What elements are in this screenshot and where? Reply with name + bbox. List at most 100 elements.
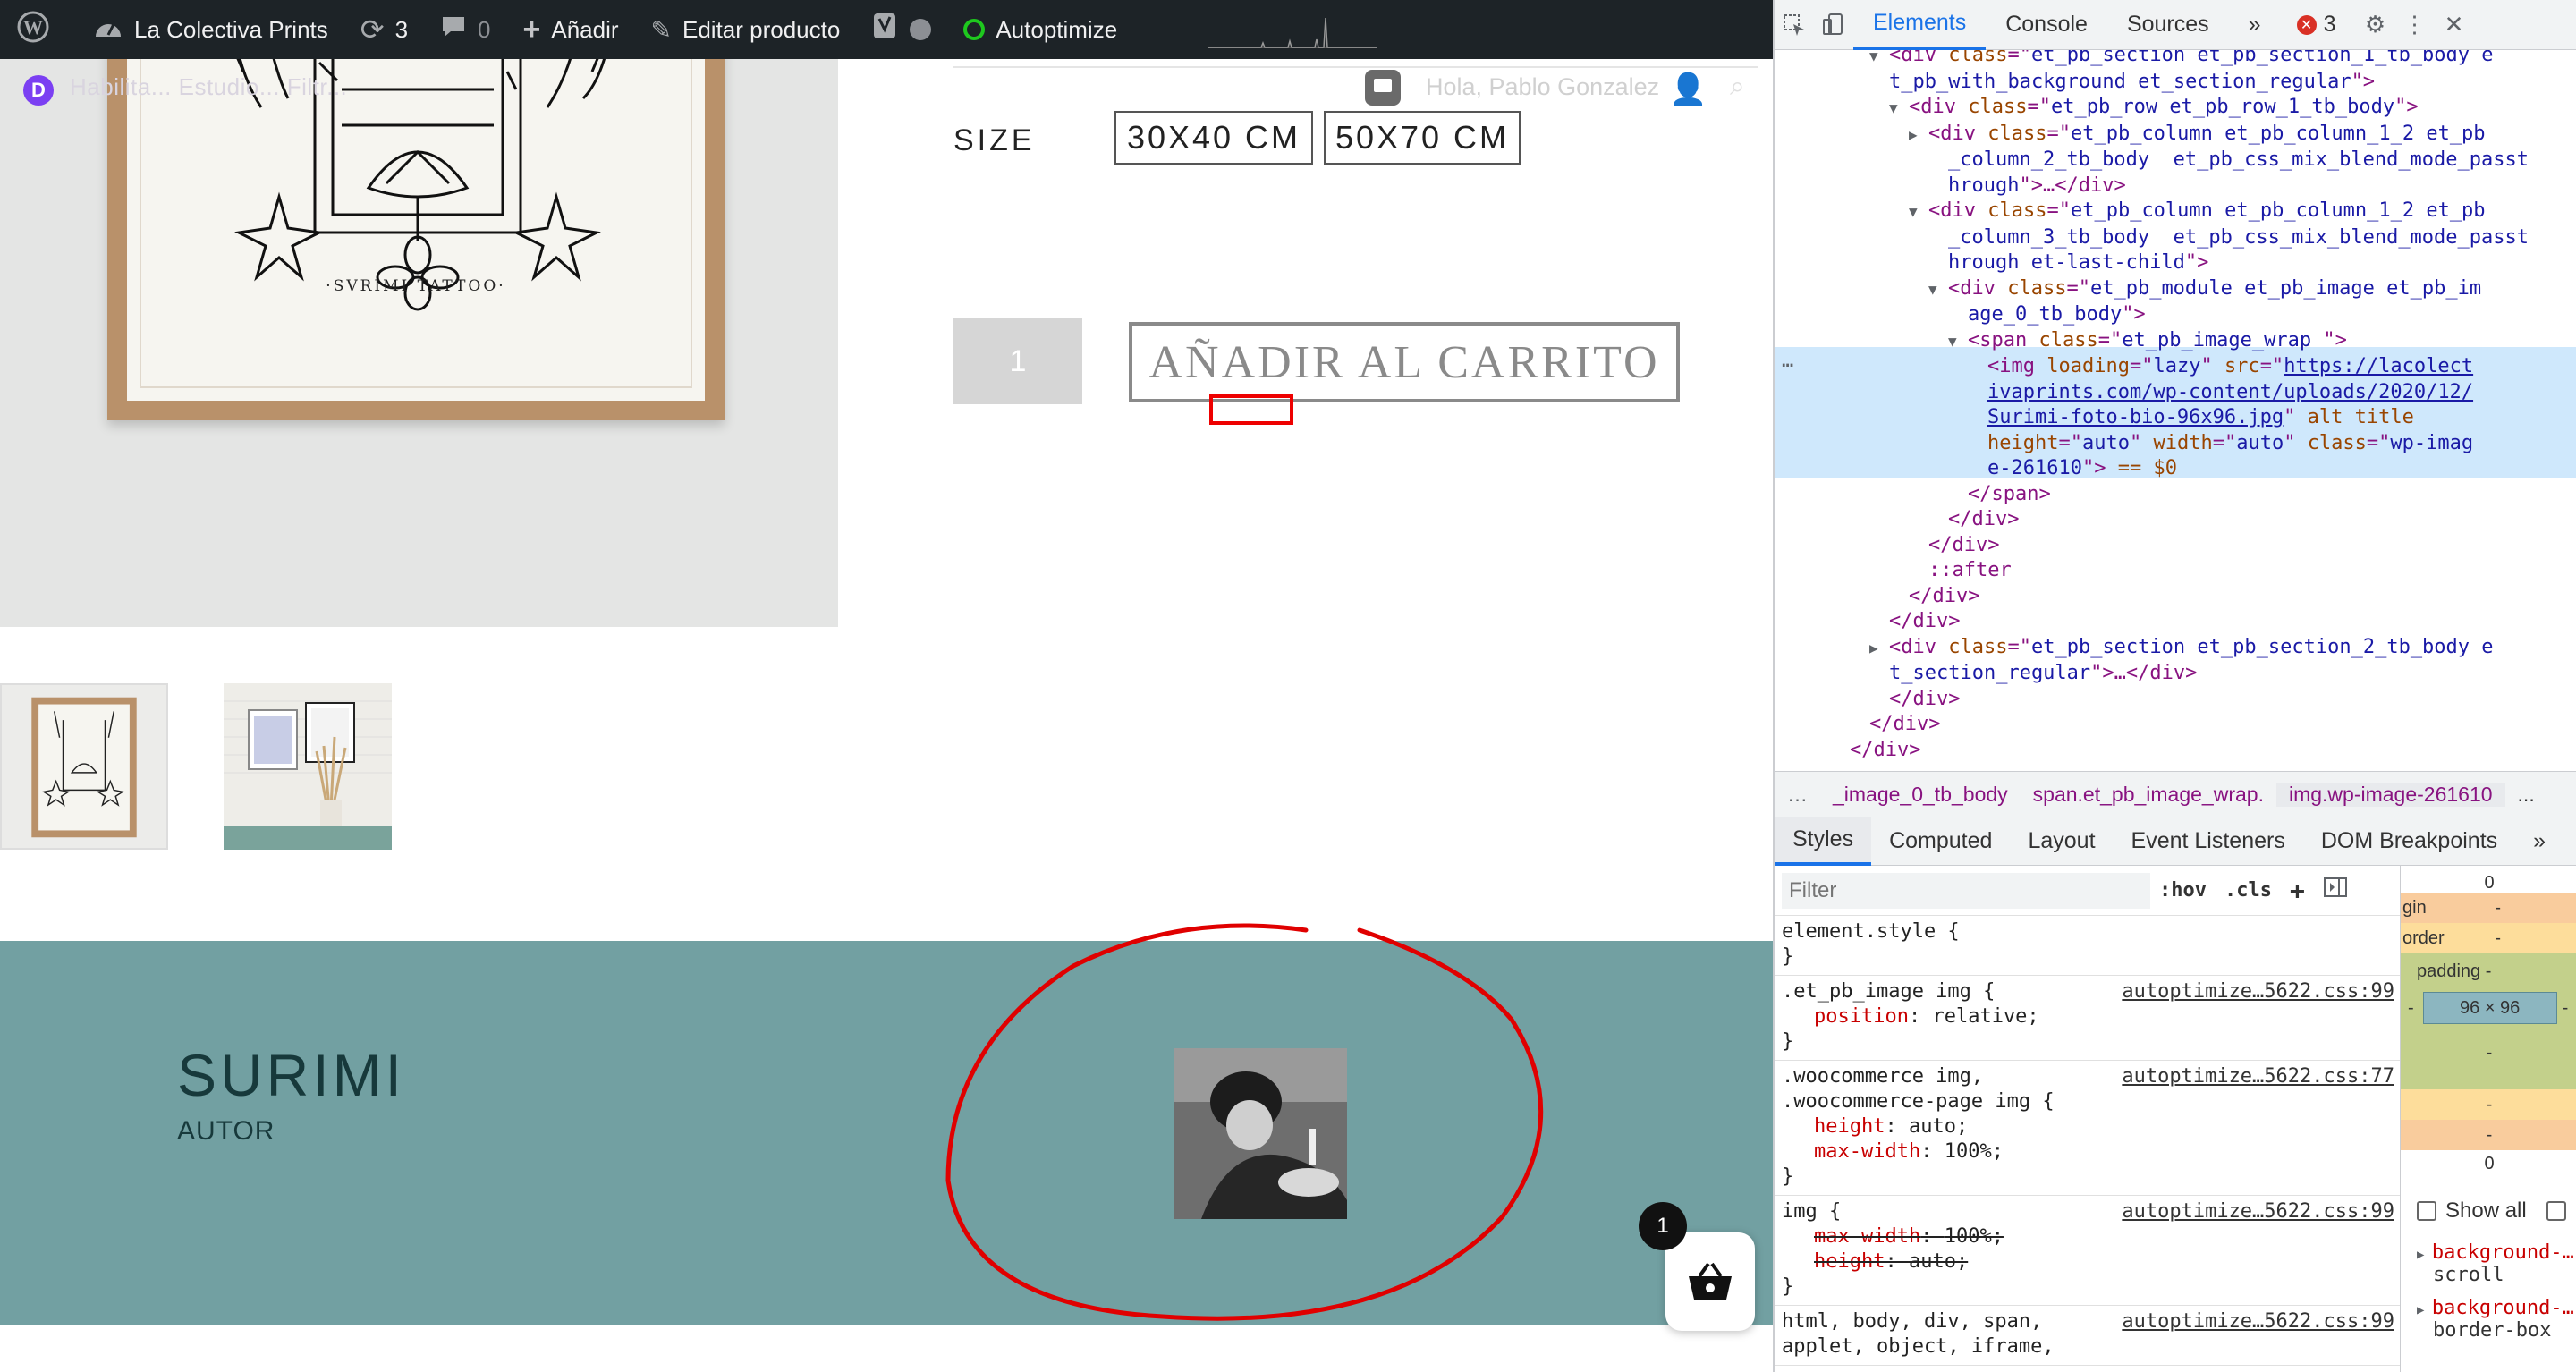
dom-line[interactable]: hrough et-last-child"> [1775, 250, 2529, 276]
computed-prop-1[interactable]: ▶ background-… scroll [2417, 1241, 2574, 1286]
product-thumbnail-1[interactable] [0, 683, 168, 850]
breadcrumb-image-module[interactable]: _image_0_tb_body [1820, 783, 2021, 807]
yoast-menu[interactable] [856, 0, 947, 59]
edit-product-menu[interactable]: ✎ Editar producto [635, 0, 857, 59]
dom-line[interactable]: <img loading="lazy" src="https://lacolec… [1775, 354, 2529, 380]
more-subtabs-button[interactable]: » [2515, 817, 2563, 866]
dom-line[interactable]: ivaprints.com/wp-content/uploads/2020/12… [1775, 380, 2529, 406]
search-icon[interactable]: ⌕ [1730, 72, 1745, 102]
dom-line[interactable]: ▼ <div class="et_pb_module et_pb_image et… [1775, 276, 2529, 303]
expand-triangle-right-icon[interactable]: ▶ [1909, 123, 1928, 148]
more-tabs-button[interactable]: » [2229, 0, 2281, 50]
dom-line[interactable]: t_section_regular">…</div> [1775, 661, 2529, 687]
dom-token[interactable]: Surimi-foto-bio-96x96.jpg [1987, 406, 2284, 428]
tab-computed[interactable]: Computed [1871, 817, 2010, 866]
tab-event-listeners[interactable]: Event Listeners [2114, 817, 2303, 866]
quantity-input[interactable]: 1 [953, 318, 1082, 404]
expand-triangle-right-icon[interactable]: ▶ [1869, 636, 1889, 662]
expand-triangle-down-icon[interactable]: ▼ [1869, 50, 1889, 70]
tab-elements[interactable]: Elements [1853, 0, 1987, 50]
expand-triangle-down-icon[interactable]: ▼ [1928, 277, 1948, 303]
css-property[interactable]: position: relative; [1782, 1004, 2393, 1029]
css-source-link[interactable]: autoptimize…5622.css:77 [2122, 1064, 2394, 1089]
add-new-menu[interactable]: + Añadir [507, 0, 635, 59]
tab-styles[interactable]: Styles [1775, 817, 1872, 866]
dom-line[interactable]: _column_3_tb_body et_pb_css_mix_blend_mo… [1775, 225, 2529, 251]
divi-bar-text[interactable]: Habilita... Estudio... Filtr... [70, 73, 347, 101]
dom-token[interactable]: ivaprints.com/wp-content/uploads/2020/12… [1987, 381, 2473, 403]
floating-cart-button[interactable] [1665, 1232, 1755, 1331]
size-option-30x40[interactable]: 30X40 CM [1114, 111, 1313, 165]
dom-token[interactable]: https://lacolect [2284, 355, 2473, 377]
wp-logo-menu[interactable]: W [0, 0, 77, 59]
dom-line[interactable]: ▶ <div class="et_pb_column et_pb_column_1… [1775, 122, 2529, 148]
breadcrumb-more[interactable]: ... [2505, 783, 2547, 807]
show-all-toggle[interactable]: Show all [2417, 1198, 2575, 1224]
dom-line[interactable]: </div> [1775, 738, 2529, 764]
show-all-checkbox[interactable] [2417, 1201, 2436, 1221]
dom-line[interactable]: ▼ <div class="et_pb_column et_pb_column_1… [1775, 199, 2529, 225]
dom-line[interactable]: ▼ <span class="et_pb_image_wrap "> [1775, 328, 2529, 355]
dom-line[interactable]: age_0_tb_body"> [1775, 302, 2529, 328]
css-property[interactable]: max-width: 100%; [1782, 1139, 2393, 1165]
close-devtools-icon[interactable]: ✕ [2434, 0, 2473, 50]
dom-line[interactable]: ::after [1775, 558, 2529, 584]
size-option-50x70[interactable]: 50X70 CM [1324, 111, 1521, 165]
tab-layout[interactable]: Layout [2010, 817, 2113, 866]
dom-line[interactable]: </div> [1775, 533, 2529, 559]
settings-gear-icon[interactable]: ⚙ [2355, 0, 2394, 50]
inspect-element-icon[interactable] [1775, 0, 1814, 50]
dom-line[interactable]: ▼ <div class="et_pb_row et_pb_row_1_tb_bo… [1775, 95, 2529, 122]
query-monitor-graph[interactable] [1208, 16, 1377, 48]
divi-logo-icon[interactable]: D [23, 75, 54, 106]
computed-prop-2[interactable]: ▶ background-… border-box [2417, 1297, 2574, 1342]
more-options-icon[interactable]: ⋮ [2394, 0, 2434, 50]
tab-console[interactable]: Console [1986, 0, 2107, 50]
css-rule[interactable]: .woocommerce img, .woocommerce-page img {… [1775, 1061, 2400, 1196]
autoptimize-menu[interactable]: Autoptimize [947, 0, 1133, 59]
dom-tree[interactable]: … ▼ <div class="et_pb_section et_pb_secti… [1775, 50, 2576, 771]
expand-triangle-down-icon[interactable]: ▼ [1948, 329, 1968, 355]
expand-triangle-down-icon[interactable]: ▼ [1889, 96, 1909, 122]
css-property[interactable]: max-width: 100%; [1782, 1224, 2393, 1249]
dom-line[interactable]: height="auto" width="auto" class="wp-ima… [1775, 431, 2529, 457]
user-icon[interactable]: 👤 [1669, 72, 1707, 107]
dom-line[interactable]: </div> [1775, 712, 2529, 738]
dom-line[interactable]: Surimi-foto-bio-96x96.jpg" alt title [1775, 405, 2529, 431]
product-thumbnail-2[interactable] [224, 683, 392, 850]
author-photo[interactable] [1174, 1048, 1347, 1219]
dom-line[interactable]: t_pb_with_background et_section_regular"… [1775, 70, 2529, 96]
styles-filter-input[interactable] [1782, 872, 2150, 909]
css-source-link[interactable]: autoptimize…5622.css:99 [2122, 1309, 2394, 1334]
error-count-badge[interactable]: ✕ 3 [2281, 12, 2352, 38]
hover-state-toggle[interactable]: :hov [2150, 878, 2216, 903]
chat-icon[interactable] [1365, 70, 1401, 106]
dom-line[interactable]: </div> [1775, 584, 2529, 610]
class-toggle[interactable]: .cls [2216, 878, 2281, 903]
breadcrumb-img[interactable]: img.wp-image-261610 [2275, 782, 2505, 807]
dom-line[interactable]: </div> [1775, 507, 2529, 533]
toggle-sidebar-icon[interactable] [2314, 877, 2357, 905]
css-source-link[interactable]: autoptimize…5622.css:99 [2122, 979, 2394, 1004]
updates-menu[interactable]: ⟳ 3 [344, 0, 424, 59]
css-rule[interactable]: element.style {} [1775, 916, 2400, 976]
expand-triangle-down-icon[interactable]: ▼ [1909, 199, 1928, 225]
breadcrumb-span[interactable]: span.et_pb_image_wrap. [2021, 783, 2276, 807]
css-rule[interactable]: .et_pb_image img {autoptimize…5622.css:9… [1775, 976, 2400, 1061]
site-name-menu[interactable]: La Colectiva Prints [77, 0, 344, 59]
tab-sources[interactable]: Sources [2107, 0, 2229, 50]
dom-line[interactable]: ▶ <div class="et_pb_section et_pb_section… [1775, 635, 2529, 662]
add-to-cart-button[interactable]: AÑADIR AL CARRITO [1129, 322, 1680, 402]
css-property[interactable]: height: auto; [1782, 1249, 2393, 1275]
css-source-link[interactable]: autoptimize…5622.css:99 [2122, 1199, 2394, 1224]
dom-line[interactable]: _column_2_tb_body et_pb_css_mix_blend_mo… [1775, 148, 2529, 174]
comments-menu[interactable]: 0 [424, 0, 506, 59]
group-checkbox[interactable] [2546, 1201, 2566, 1221]
dom-line[interactable]: ▼ <div class="et_pb_section et_pb_section… [1775, 50, 2529, 70]
dom-line[interactable]: </div> [1775, 609, 2529, 635]
tab-dom-breakpoints[interactable]: DOM Breakpoints [2303, 817, 2515, 866]
device-toolbar-icon[interactable] [1814, 0, 1853, 50]
breadcrumb-dots[interactable]: … [1775, 783, 1820, 807]
dom-line[interactable]: </span> [1775, 482, 2529, 508]
user-greeting[interactable]: Hola, Pablo Gonzalez [1426, 73, 1659, 101]
